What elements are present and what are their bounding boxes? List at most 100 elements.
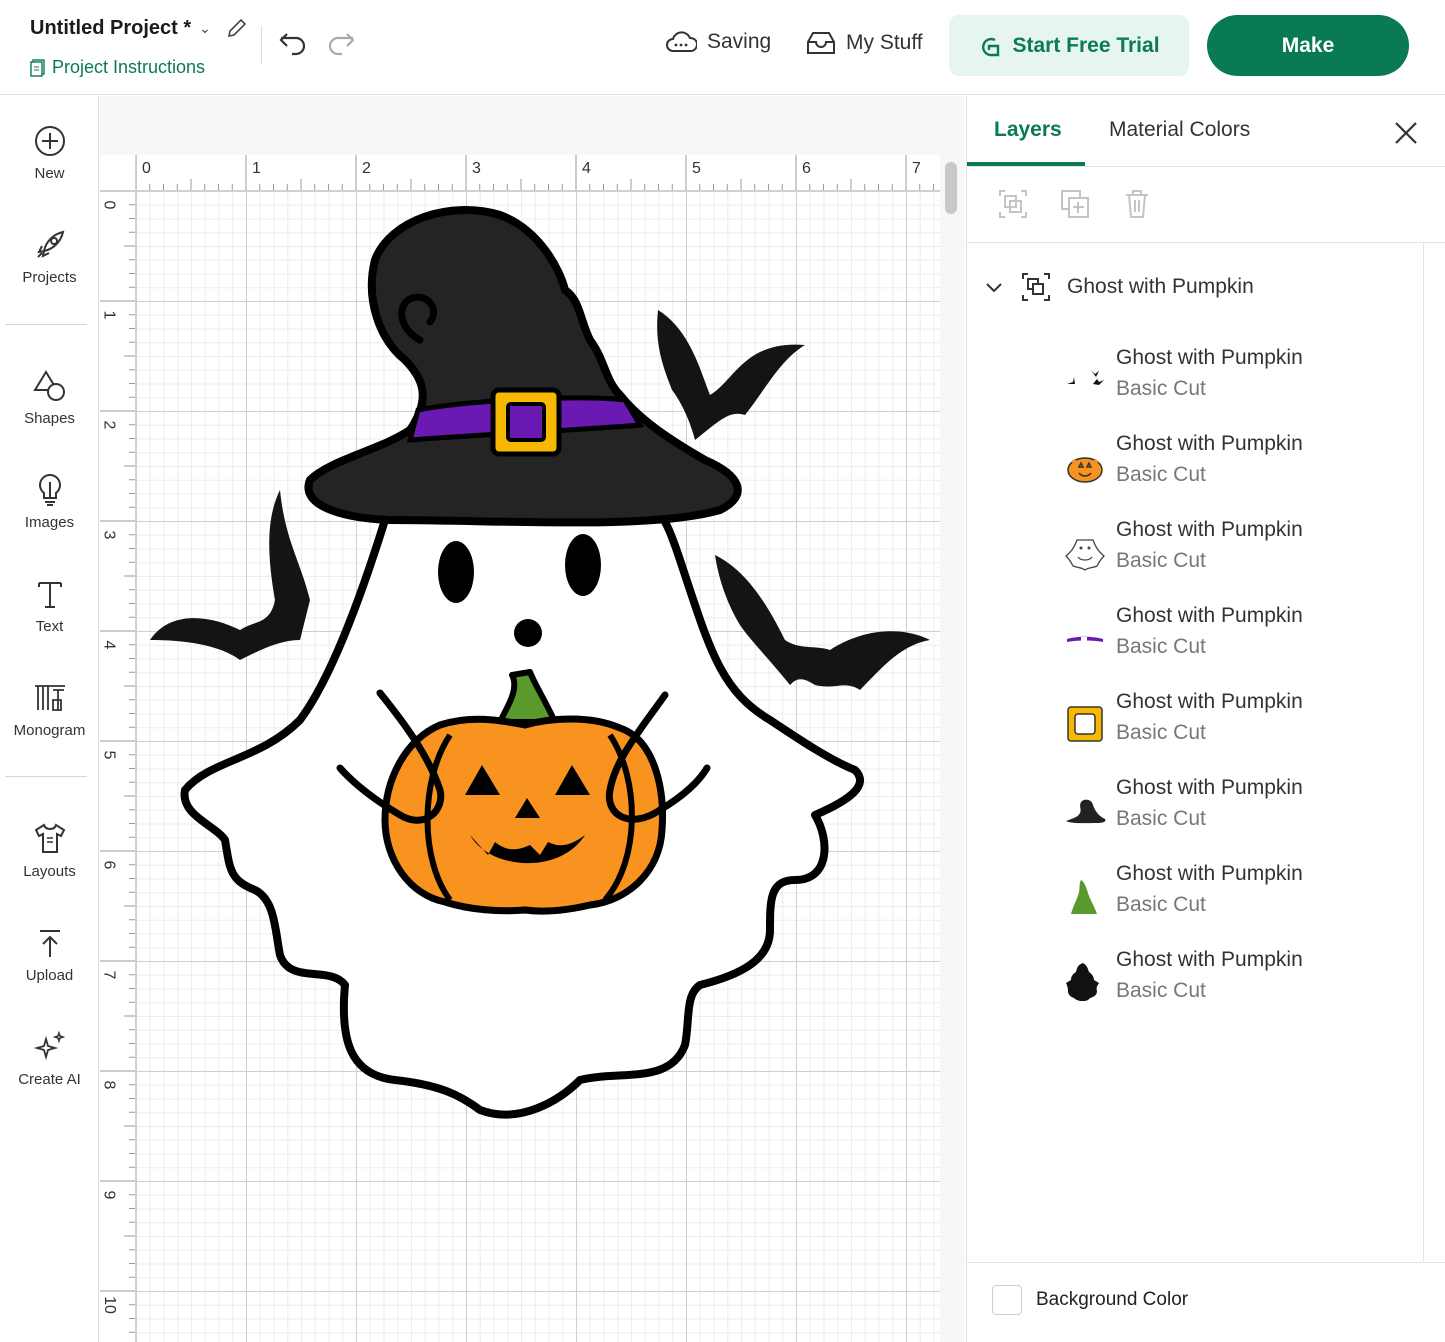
layer-item[interactable]: Ghost with Pumpkin Basic Cut [1063, 604, 1403, 674]
bat-upper-right[interactable] [657, 310, 805, 440]
text-icon [37, 582, 62, 608]
panel-scrollbar[interactable] [1423, 242, 1424, 1262]
ruler-top-label: 6 [802, 160, 811, 177]
left-sidebar: New Projects Shapes Images Text Monogram… [0, 96, 99, 1342]
shirt-icon [34, 823, 65, 853]
sidebar-item-label: Shapes [24, 410, 75, 427]
ruler-top-label: 5 [692, 160, 701, 177]
hat-buckle-inner [506, 402, 546, 442]
tab-material-colors[interactable]: Material Colors [1109, 118, 1250, 142]
sidebar-item-layouts[interactable]: Layouts [0, 821, 99, 911]
bat-right[interactable] [715, 555, 930, 690]
start-free-trial-button[interactable]: Start Free Trial [949, 15, 1189, 76]
outline-thumbnail-icon [1066, 963, 1099, 1001]
canvas-scrollbar[interactable] [945, 162, 957, 214]
layer-actions [997, 188, 1153, 220]
stem-thumbnail-icon [1071, 880, 1097, 914]
project-title-text: Untitled Project * [30, 17, 192, 39]
background-color-label: Background Color [1036, 1289, 1189, 1310]
sidebar-item-label: Text [35, 618, 64, 635]
make-button[interactable]: Make [1207, 15, 1409, 76]
sidebar-item-new[interactable]: New [0, 123, 99, 213]
layer-name: Ghost with Pumpkin [1116, 948, 1303, 971]
sparkle-icon [33, 1030, 65, 1061]
my-stuff-text: My Stuff [846, 31, 923, 54]
background-color-option[interactable]: Background Color [992, 1285, 1188, 1315]
duplicate-icon[interactable] [1059, 188, 1091, 220]
my-stuff-button[interactable]: My Stuff [806, 30, 923, 56]
tab-layers[interactable]: Layers [994, 118, 1062, 142]
layer-item[interactable]: Ghost with Pumpkin Basic Cut [1063, 776, 1403, 846]
group-icon[interactable] [997, 188, 1029, 220]
top-bar: Untitled Project * ⌄ Project Instruction… [0, 0, 1445, 95]
sidebar-divider [5, 324, 87, 325]
document-icon [30, 58, 45, 77]
start-free-trial-text: Start Free Trial [1012, 33, 1160, 57]
ruler-top-label: 0 [142, 160, 151, 177]
shapes-icon [32, 370, 65, 401]
ghost-with-pumpkin-artwork[interactable] [136, 191, 940, 1342]
layer-type: Basic Cut [1116, 807, 1206, 830]
divider [261, 26, 262, 64]
sidebar-item-create-ai[interactable]: Create AI [0, 1029, 99, 1119]
layer-item[interactable]: Ghost with Pumpkin Basic Cut [1063, 690, 1403, 760]
upload-icon [39, 930, 60, 957]
bat-left[interactable] [150, 490, 310, 660]
sidebar-item-label: Upload [25, 967, 74, 984]
project-title[interactable]: Untitled Project * ⌄ [30, 17, 211, 40]
project-instructions-text: Project Instructions [52, 57, 206, 77]
bulb-icon [38, 473, 61, 506]
chevron-down-icon[interactable]: ⌄ [199, 20, 211, 37]
layer-type: Basic Cut [1116, 549, 1206, 572]
ruler-left-label: 0 [100, 200, 118, 210]
rocket-icon [36, 230, 64, 258]
background-color-swatch[interactable] [992, 1285, 1022, 1315]
sidebar-item-monogram[interactable]: Monogram [0, 680, 99, 770]
sidebar-item-shapes[interactable]: Shapes [0, 368, 99, 458]
layer-type: Basic Cut [1116, 893, 1206, 916]
inbox-icon [807, 32, 835, 54]
sidebar-item-label: New [34, 165, 65, 182]
pumpkin-thumbnail-icon [1067, 457, 1103, 483]
tab-material-colors-label: Material Colors [1109, 118, 1251, 141]
ruler-top-label: 4 [582, 160, 591, 177]
layer-item[interactable]: Ghost with Pumpkin Basic Cut [1063, 948, 1403, 1018]
ruler-left: 0 1 2 3 4 5 6 7 8 9 10 [100, 191, 136, 1342]
ruler-left-label: 3 [100, 530, 118, 540]
sidebar-item-projects[interactable]: Projects [0, 227, 99, 317]
sidebar-item-images[interactable]: Images [0, 472, 99, 562]
trash-icon[interactable] [1121, 188, 1153, 220]
monogram-icon [34, 685, 65, 711]
cricut-logo-icon [982, 37, 1000, 56]
layer-item[interactable]: Ghost with Pumpkin Basic Cut [1063, 862, 1403, 932]
sidebar-item-upload[interactable]: Upload [0, 925, 99, 1015]
project-instructions-link[interactable]: Project Instructions [30, 57, 205, 78]
ruler-left-label: 2 [100, 420, 118, 430]
saving-status: Saving [665, 30, 771, 54]
saving-text: Saving [707, 30, 772, 53]
close-icon[interactable] [1393, 120, 1419, 146]
ruler-left-ticks [100, 191, 135, 1333]
layer-item[interactable]: Ghost with Pumpkin Basic Cut [1063, 346, 1403, 416]
ruler-left-label: 6 [100, 860, 118, 870]
sidebar-item-label: Create AI [18, 1071, 81, 1088]
pencil-icon[interactable] [225, 16, 249, 40]
layer-name: Ghost with Pumpkin [1116, 432, 1303, 455]
cloud-icon [666, 31, 697, 52]
layers-panel: Layers Material Colors Ghost with Pumpki… [966, 96, 1445, 1342]
ruler-left-label: 5 [100, 750, 118, 760]
ruler-top-ticks [135, 155, 934, 190]
layer-type: Basic Cut [1116, 721, 1206, 744]
ruler-top-label: 2 [362, 160, 371, 177]
layer-item[interactable]: Ghost with Pumpkin Basic Cut [1063, 432, 1403, 502]
layer-item[interactable]: Ghost with Pumpkin Basic Cut [1063, 518, 1403, 588]
layer-name: Ghost with Pumpkin [1116, 346, 1303, 369]
sidebar-item-label: Layouts [23, 863, 76, 880]
redo-icon[interactable] [326, 30, 356, 56]
undo-icon[interactable] [278, 30, 308, 56]
chevron-down-icon[interactable] [985, 278, 1003, 296]
sidebar-item-text[interactable]: Text [0, 576, 99, 666]
layer-group-row[interactable]: Ghost with Pumpkin [985, 272, 1254, 302]
witch-hat-thumbnail-icon [1066, 799, 1106, 824]
layer-type: Basic Cut [1116, 463, 1206, 486]
